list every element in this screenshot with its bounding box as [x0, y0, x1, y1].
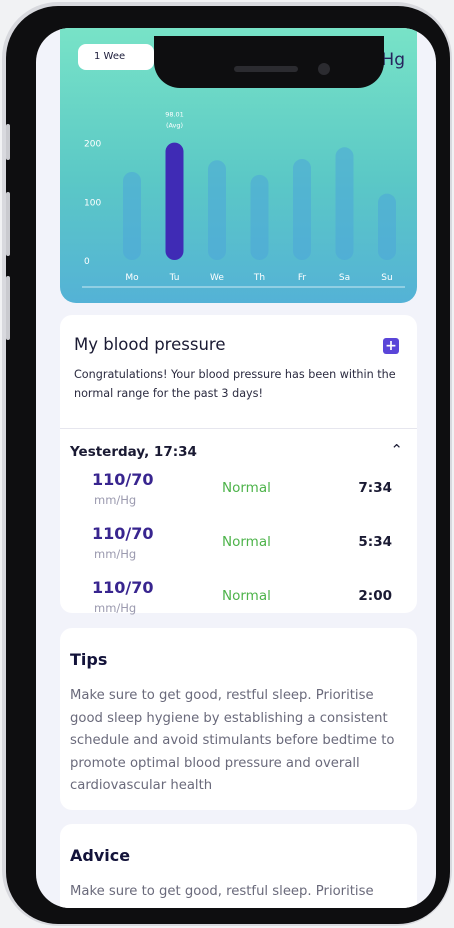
bar-su [378, 193, 396, 260]
x-tick-label: Fr [298, 273, 307, 283]
y-tick-label: 200 [84, 140, 101, 150]
bar-sa [335, 147, 354, 260]
tips-title: Tips [70, 650, 108, 669]
x-tick-label: We [210, 273, 224, 283]
plus-icon: + [385, 338, 397, 354]
x-tick-label: Th [253, 273, 265, 283]
reading-status: Normal [222, 480, 271, 496]
device-side-button [6, 192, 10, 256]
reading-row[interactable]: 110/70 mm/Hg Normal 7:34 [60, 470, 417, 514]
advice-body: Make sure to get good, restful sleep. Pr… [70, 884, 374, 908]
bar-fr [293, 159, 311, 260]
reading-status: Normal [222, 588, 271, 604]
bar-th [250, 174, 269, 260]
add-reading-button[interactable]: + [383, 338, 399, 354]
reading-unit: mm/Hg [94, 493, 137, 507]
bar-tu [165, 142, 184, 260]
y-tick-label: 100 [84, 198, 101, 208]
x-tick-label: Mo [125, 273, 139, 283]
highlight-data-label: 98.01 [165, 111, 184, 119]
device-side-button [6, 124, 10, 160]
reading-unit: mm/Hg [94, 547, 137, 561]
blood-pressure-card: My blood pressure + Congratulations! You… [60, 315, 417, 615]
camera-icon [318, 63, 330, 75]
x-tick-label: Su [381, 273, 392, 283]
chevron-up-icon[interactable]: ⌃ [390, 441, 403, 459]
reading-value: 110/70 [92, 470, 154, 489]
reading-time: 5:34 [358, 534, 392, 550]
device-notch [154, 36, 384, 88]
x-tick-label: Tu [169, 273, 180, 283]
reading-row[interactable]: 110/70 mm/Hg Normal 5:34 [60, 524, 417, 568]
tips-body: Make sure to get good, restful sleep. Pr… [70, 688, 395, 793]
status-message: Congratulations! Your blood pressure has… [74, 368, 396, 400]
device-frame: 1 Wee 90mmHg60mmHg 0100200MoTu98.01(Avg)… [6, 6, 450, 924]
y-tick-label: 0 [84, 257, 90, 267]
reading-time: 7:34 [358, 480, 392, 496]
bar-we [208, 160, 226, 260]
advice-title: Advice [70, 846, 131, 865]
device-side-button [6, 276, 10, 340]
bar-mo [123, 171, 141, 260]
reading-value: 110/70 [92, 524, 154, 543]
reading-value: 110/70 [92, 578, 154, 597]
tips-card: Tips Make sure to get good, restful slee… [60, 628, 417, 810]
x-tick-label: Sa [339, 273, 350, 283]
card-title: My blood pressure [74, 335, 226, 354]
reading-row[interactable]: 110/70 mm/Hg Normal 2:00 [60, 578, 417, 622]
reading-status: Normal [222, 534, 271, 550]
speaker-grille [234, 66, 298, 72]
divider [60, 428, 417, 429]
advice-card: Advice Make sure to get good, restful sl… [60, 824, 417, 908]
reading-date: Yesterday, 17:34 [70, 444, 197, 460]
reading-time: 2:00 [358, 588, 392, 604]
reading-unit: mm/Hg [94, 601, 137, 615]
highlight-data-label: (Avg) [166, 122, 183, 130]
app-screen: 1 Wee 90mmHg60mmHg 0100200MoTu98.01(Avg)… [36, 28, 436, 908]
